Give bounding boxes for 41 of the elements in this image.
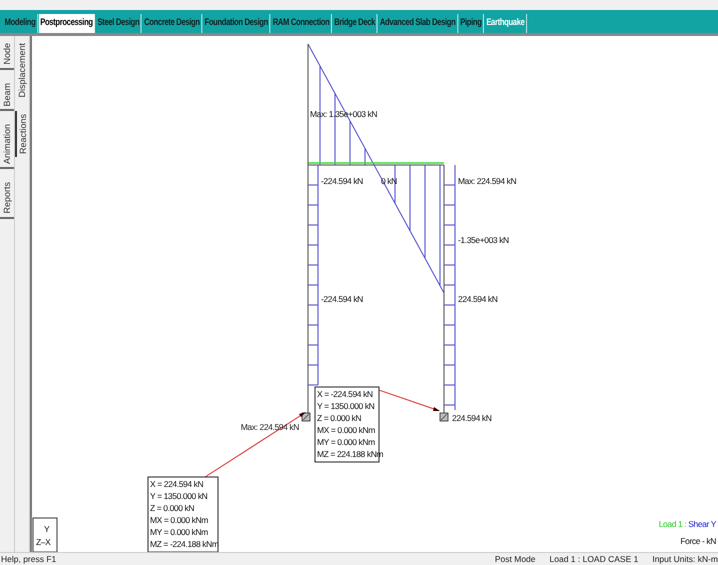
reaction-value: MX = 0.000 kNm — [150, 515, 208, 525]
axis-label: Z–X — [36, 537, 50, 547]
reaction-value: Y = 1350.000 kN — [150, 491, 208, 501]
side-tab[interactable]: Animation — [0, 121, 14, 170]
status-text: Input Units: kN-m — [652, 554, 718, 564]
side-tab[interactable]: Reports — [0, 179, 14, 219]
module-tab[interactable]: Modeling — [3, 14, 38, 33]
module-tab[interactable]: Steel Design — [96, 14, 142, 33]
force-label: -224.594 kN — [321, 176, 363, 186]
module-tab[interactable]: Earthquake — [484, 14, 527, 33]
status-text: Load 1 : LOAD CASE 1 — [550, 554, 638, 564]
force-label: 224.594 kN — [458, 294, 498, 304]
load-legend: Load 1 : Shear Y — [658, 519, 716, 529]
support-icon — [440, 412, 448, 422]
axis-label: Y — [44, 524, 50, 534]
module-tab[interactable]: Foundation Design — [202, 14, 270, 33]
module-tab[interactable]: Piping — [458, 14, 484, 33]
reaction-value: MX = 0.000 kNm — [317, 425, 375, 435]
reaction-value: X = 224.594 kN — [150, 479, 204, 489]
module-tab[interactable]: Concrete Design — [142, 14, 202, 33]
module-tab[interactable]: Advanced Slab Design — [378, 14, 458, 33]
side-tab[interactable]: Beam — [0, 80, 14, 112]
support-icon — [302, 412, 310, 422]
reaction-value: Y = 1350.000 kN — [317, 401, 374, 411]
reaction-value: Z = 0.000 kN — [150, 503, 194, 513]
status-text: Post Mode — [494, 554, 536, 564]
module-tab[interactable]: RAM Connection — [271, 14, 332, 33]
units-label: Force - kN — [680, 536, 716, 546]
force-label: Max: 224.594 kN — [458, 176, 516, 186]
force-label: -224.594 kN — [321, 294, 363, 304]
status-text: Help, press F1 — [0, 554, 58, 564]
reaction-value: Z = 0.000 kN — [317, 413, 362, 423]
force-label: -1.35e+003 kN — [458, 235, 509, 245]
reaction-label: 224.594 kN — [452, 413, 492, 423]
side-tab[interactable]: Displacement — [15, 40, 29, 101]
reaction-value: MY = 0.000 kNm — [150, 527, 208, 537]
module-tab[interactable]: Bridge Deck — [332, 14, 378, 33]
reaction-value: X = -224.594 kN — [317, 389, 373, 399]
reaction-value: MY = 0.000 kNm — [317, 437, 375, 447]
module-tab[interactable]: Postprocessing — [38, 14, 96, 33]
side-tab[interactable]: Node — [0, 40, 14, 70]
